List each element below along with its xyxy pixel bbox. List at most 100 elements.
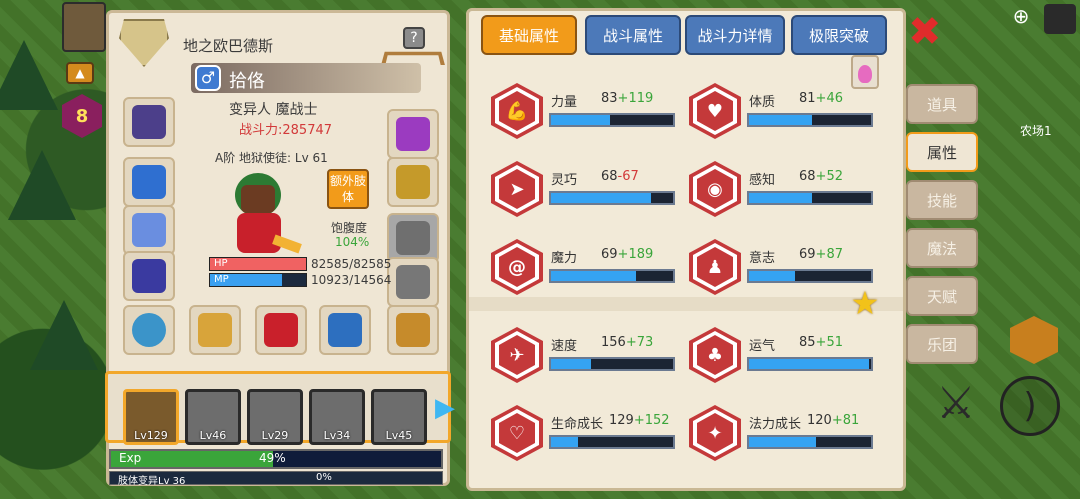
stat-label: 速度 [551,339,578,354]
satiety-value: 104% [335,235,370,249]
stat-bar [747,357,873,371]
equip-slot-chest[interactable] [387,305,439,355]
stat-bonus: +189 [617,247,654,262]
stat-label: 体质 [749,95,776,110]
equip-slot-staff[interactable] [189,305,241,355]
equip-slot-bracer[interactable] [319,305,371,355]
party-member-level: Lv129 [134,429,168,442]
tab-0[interactable]: 基础属性 [481,15,577,55]
stat-label: 感知 [749,173,776,188]
stat-base: 83 [601,91,618,106]
equip-slot-amulet[interactable] [123,157,175,207]
stat-arm: 💪 力量 83+119 [491,83,681,139]
stat-bar [549,435,675,449]
party-member[interactable]: Lv29 [247,389,303,445]
arm-icon: 💪 [491,83,543,139]
stat-value: 85+51 [799,335,843,350]
stat-label: 灵巧 [551,173,578,188]
stat-bar [747,435,873,449]
body-icon: ♥ [689,83,741,139]
exp-label: Exp [119,451,142,465]
stat-base: 129 [609,413,634,428]
globe-icon[interactable]: ⊕ [1006,4,1036,34]
heart-icon: ♡ [491,405,543,461]
mp-label: MP [214,274,229,285]
extra-limb-button[interactable]: 额外肢体 [327,169,369,209]
side-tab-1[interactable]: 属性 [906,132,978,172]
stat-base: 69 [601,247,618,262]
stat-base: 68 [799,169,816,184]
stat-bonus: +46 [815,91,843,106]
party-member-level: Lv34 [323,429,351,442]
equip-slot-armor[interactable] [123,251,175,301]
stat-run: ➤ 灵巧 68-67 [491,161,681,217]
equip-slot-wing[interactable] [123,205,175,255]
character-class: 变异人 魔战士 [229,102,318,118]
tab-1[interactable]: 战斗属性 [585,15,681,55]
party-member[interactable]: Lv129 [123,389,179,445]
side-tab-0[interactable]: 道具 [906,84,978,124]
side-tab-5[interactable]: 乐团 [906,324,978,364]
sword-icon[interactable]: ⚔ [928,378,984,434]
avatar-hud[interactable] [62,2,106,52]
stat-bar [747,191,873,205]
equip-slot-head[interactable] [123,97,175,147]
party-member-level: Lv45 [385,429,413,442]
mp-bar: MP [209,273,307,287]
stat-base: 120 [807,413,832,428]
stat-bonus: +81 [831,413,860,428]
party-member[interactable]: Lv34 [309,389,365,445]
equip-slot-gem[interactable] [387,109,439,159]
party-next-arrow[interactable]: ▶ [435,393,455,423]
tab-2[interactable]: 战斗力详情 [685,15,785,55]
stat-value: 68+52 [799,169,843,184]
stat-star: ✦ 法力成长 120+81 [689,405,879,461]
party-member[interactable]: Lv46 [185,389,241,445]
stat-bonus: -67 [617,169,639,184]
stat-bar [549,191,675,205]
star-icon: ✦ [689,405,741,461]
stat-value: 129+152 [609,413,670,428]
attributes-panel: 基础属性 战斗属性 战斗力详情 极限突破 💪 力量 83+119 ♥ 体质 81+46 ➤ 灵巧 68… [466,8,906,491]
side-tab-2[interactable]: 技能 [906,180,978,220]
stat-label: 生命成长 [551,417,604,432]
stat-spiral: @ 魔力 69+189 [491,239,681,295]
stat-bar [549,113,675,127]
character-title: 地之欧巴德斯 [183,37,274,55]
menu-icon[interactable] [1044,4,1076,34]
equip-slot-bow[interactable] [255,305,307,355]
chevron-up-icon[interactable]: ▲ [66,62,94,84]
equip-slot-ring[interactable] [123,305,175,355]
emblem-icon [119,19,169,67]
limb-exp-bar: 肢体变异Lv 36 0% [109,471,443,487]
clover-icon: ♣ [689,327,741,383]
star-icon[interactable]: ★ [847,285,883,321]
tab-row: 基础属性 战斗属性 战斗力详情 极限突破 [475,11,905,61]
stat-eye: ◉ 感知 68+52 [689,161,879,217]
stat-bonus: +73 [625,335,654,350]
spiral-icon: @ [491,239,543,295]
limb-exp-percent: 0% [316,472,332,483]
tab-3[interactable]: 极限突破 [791,15,887,55]
stat-base: 69 [799,247,816,262]
stat-base: 156 [601,335,626,350]
character-sprite [213,163,303,263]
stat-bar [549,269,675,283]
equip-slot-shoulder[interactable] [387,157,439,207]
stat-bar [549,357,675,371]
side-tab-4[interactable]: 天赋 [906,276,978,316]
side-tab-3[interactable]: 魔法 [906,228,978,268]
stat-value: 81+46 [799,91,843,106]
male-icon: ♂ [195,65,221,91]
equip-slot-locked[interactable] [387,213,439,263]
party-member[interactable]: Lv45 [371,389,427,445]
bow-icon[interactable]: ) [1000,376,1060,436]
stat-wing: ✈ 速度 156+73 [491,327,681,383]
eye-icon: ◉ [689,161,741,217]
stat-bonus: +52 [815,169,843,184]
farm-label: 农场1 [1020,124,1052,138]
close-icon[interactable]: ✖ [908,12,944,52]
equip-slot-gauntlet[interactable] [387,257,439,307]
stat-base: 85 [799,335,816,350]
character-panel: 地之欧巴德斯 ? ♂ 拾佫 变异人 魔战士 战斗力:285747 A阶 地狱使徒… [105,10,455,487]
